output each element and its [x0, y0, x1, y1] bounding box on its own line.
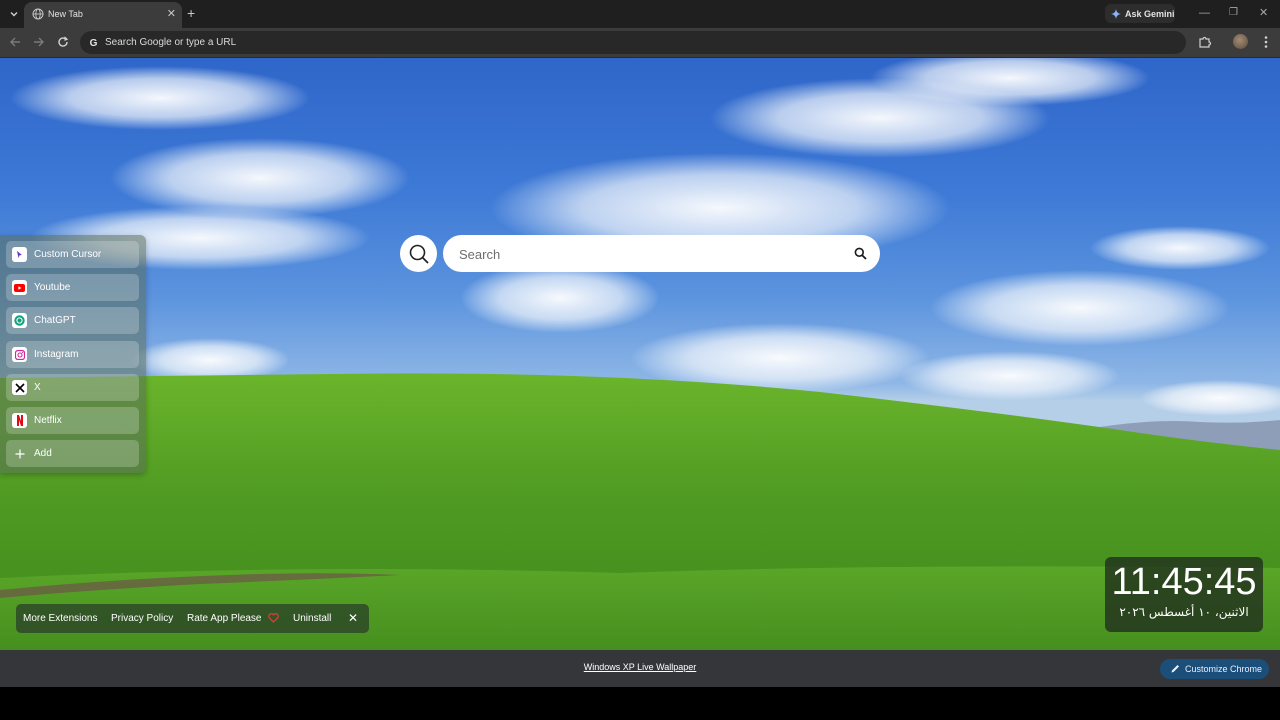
ask-gemini-button[interactable]: Ask Gemini [1105, 4, 1175, 23]
close-tab-icon[interactable]: ✕ [167, 7, 176, 21]
search-icon [409, 244, 429, 264]
customize-chrome-button[interactable]: Customize Chrome [1160, 659, 1269, 679]
tab-search-button[interactable] [4, 4, 24, 24]
extension-footer-links: More Extensions Privacy Policy Rate App … [16, 604, 369, 633]
x-icon [12, 380, 27, 395]
gemini-sparkle-icon [1111, 8, 1121, 19]
tab-title: New Tab [48, 9, 83, 19]
address-bar[interactable]: G Search Google or type a URL [80, 31, 1186, 54]
google-g-icon: G [87, 36, 100, 49]
profile-avatar[interactable] [1233, 34, 1248, 49]
sidebar-item-instagram[interactable]: Instagram [6, 341, 139, 368]
sidebar-item-label: Youtube [34, 282, 71, 293]
search-engine-button[interactable] [400, 235, 437, 272]
sidebar-item-custom-cursor[interactable]: Custom Cursor [6, 241, 139, 268]
wallpaper-credit-link[interactable]: Windows XP Live Wallpaper [0, 662, 1280, 672]
clock-date: الاثنين، ١٠ أغسطس ٢٠٢٦ [1119, 605, 1249, 619]
browser-toolbar: G Search Google or type a URL [0, 28, 1280, 58]
ask-gemini-label: Ask Gemini [1125, 8, 1175, 19]
extensions-puzzle-icon[interactable] [1197, 34, 1213, 50]
more-extensions-link[interactable]: More Extensions [23, 613, 97, 624]
customize-chrome-label: Customize Chrome [1185, 664, 1263, 674]
new-tab-button[interactable]: + [187, 5, 195, 21]
minimize-icon[interactable]: — [1199, 6, 1210, 20]
sidebar-item-label: Instagram [34, 349, 79, 360]
rate-app-link[interactable]: Rate App Please [187, 613, 262, 624]
chatgpt-icon [12, 313, 27, 328]
close-footer-icon[interactable]: ✕ [348, 611, 358, 625]
bookmarks-sidebar: Custom Cursor Youtube ChatGPT Instagram … [0, 235, 146, 473]
sidebar-item-label: ChatGPT [34, 315, 76, 326]
sidebar-item-add[interactable]: Add [6, 440, 139, 467]
privacy-policy-link[interactable]: Privacy Policy [111, 613, 173, 624]
sidebar-item-label: Custom Cursor [34, 249, 102, 260]
search-bar [443, 235, 880, 272]
youtube-icon [12, 280, 27, 295]
kebab-menu-icon[interactable] [1258, 34, 1274, 50]
search-submit-icon[interactable] [854, 247, 867, 260]
cursor-icon [12, 247, 27, 262]
heart-icon [268, 613, 279, 623]
tab-new-tab[interactable]: New Tab ✕ [24, 2, 182, 28]
bottom-bar: Windows XP Live Wallpaper Customize Chro… [0, 650, 1280, 687]
browser-titlebar: New Tab ✕ + Ask Gemini — ❐ ✕ [0, 0, 1280, 28]
uninstall-link[interactable]: Uninstall [293, 613, 331, 624]
wallpaper-bliss [0, 58, 1280, 650]
sidebar-item-netflix[interactable]: Netflix [6, 407, 139, 434]
instagram-icon [12, 347, 27, 362]
address-bar-placeholder: Search Google or type a URL [105, 37, 237, 48]
sidebar-item-youtube[interactable]: Youtube [6, 274, 139, 301]
globe-icon [32, 8, 44, 20]
svg-text:G: G [90, 38, 98, 49]
new-tab-page: Custom Cursor Youtube ChatGPT Instagram … [0, 58, 1280, 650]
forward-arrow-icon[interactable] [32, 35, 46, 49]
sidebar-item-label: X [34, 382, 41, 393]
back-arrow-icon[interactable] [8, 35, 22, 49]
reload-icon[interactable] [56, 35, 70, 49]
sidebar-item-label: Netflix [34, 415, 62, 426]
pencil-icon [1171, 665, 1179, 673]
search-input[interactable] [457, 244, 841, 264]
sidebar-item-x[interactable]: X [6, 374, 139, 401]
clock-widget: 11:45:45 الاثنين، ١٠ أغسطس ٢٠٢٦ [1105, 557, 1263, 632]
sidebar-item-chatgpt[interactable]: ChatGPT [6, 307, 139, 334]
chevron-down-icon [10, 12, 18, 17]
netflix-icon [12, 413, 27, 428]
clock-time: 11:45:45 [1111, 561, 1257, 603]
plus-icon [12, 446, 27, 461]
restore-icon[interactable]: ❐ [1229, 6, 1238, 20]
close-window-icon[interactable]: ✕ [1259, 6, 1268, 20]
sidebar-item-label: Add [34, 448, 52, 459]
